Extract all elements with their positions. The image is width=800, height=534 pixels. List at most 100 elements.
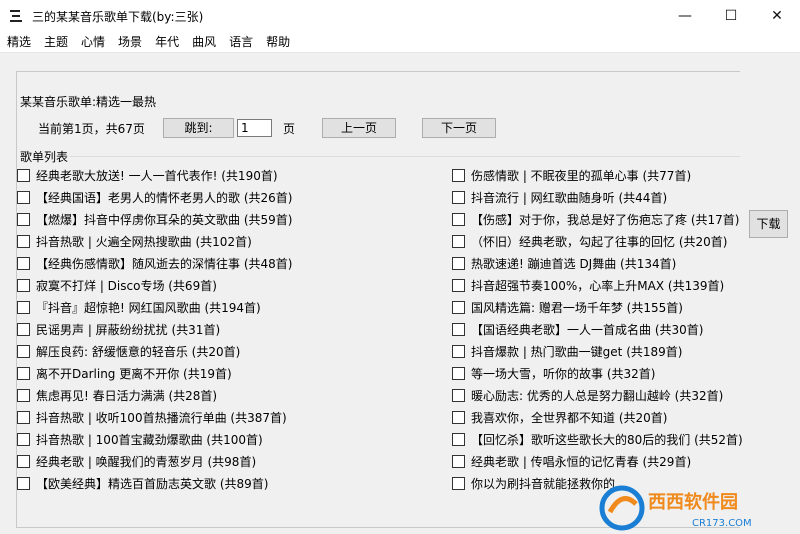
playlist-label: 【伤感】对于你，我总是好了伤疤忘了疼 (共17首) (471, 212, 740, 227)
playlist-item[interactable]: 焦虑再见! 春日活力满满 (共28首) (17, 384, 217, 406)
checkbox[interactable] (17, 256, 30, 270)
checkbox[interactable] (17, 344, 30, 358)
playlist-label: 抖音流行 | 网红歌曲随身听 (共44首) (471, 190, 668, 205)
playlist-item[interactable]: 经典老歌 | 传唱永恒的记忆青春 (共29首) (452, 450, 691, 472)
checkbox[interactable] (452, 278, 465, 292)
next-page-button[interactable]: 下一页 (422, 118, 496, 138)
menu-item-language[interactable]: 语言 (223, 32, 259, 52)
jump-button[interactable]: 跳到: (163, 118, 234, 138)
window-controls: — ☐ ✕ (662, 0, 800, 32)
menu-bar: 精选 主题 心情 场景 年代 曲风 语言 帮助 (0, 32, 800, 53)
playlist-label: 寂寞不打烊 | Disco专场 (共69首) (36, 278, 217, 293)
download-button[interactable]: 下载 (749, 210, 788, 238)
playlist-label: 暖心励志: 优秀的人总是努力翻山越岭 (共32首) (471, 388, 724, 403)
checkbox[interactable] (452, 190, 465, 204)
page-info: 当前第1页，共67页 (38, 122, 145, 136)
playlist-item[interactable]: 离不开Darling 更离不开你 (共19首) (17, 362, 232, 384)
checkbox[interactable] (452, 344, 465, 358)
playlist-item[interactable]: 【经典国语】老男人的情怀老男人的歌 (共26首) (17, 186, 292, 208)
checkbox[interactable] (17, 212, 30, 226)
close-button[interactable]: ✕ (754, 0, 800, 32)
title-bar: 三的某某音乐歌单下载(by:三张) — ☐ ✕ (0, 0, 800, 32)
app-icon (10, 10, 22, 22)
playlist-item[interactable]: 你以为刷抖音就能拯救你的 (452, 472, 615, 494)
page-unit-label: 页 (283, 122, 296, 136)
playlist-item[interactable]: 抖音热歌 | 100首宝藏劲爆歌曲 (共100首) (17, 428, 263, 450)
menu-item-help[interactable]: 帮助 (260, 32, 296, 52)
checkbox[interactable] (452, 366, 465, 380)
playlist-label: 伤感情歌 | 不眠夜里的孤单心事 (共77首) (471, 168, 692, 183)
checkbox[interactable] (452, 256, 465, 270)
playlist-item[interactable]: 暖心励志: 优秀的人总是努力翻山越岭 (共32首) (452, 384, 723, 406)
checkbox[interactable] (452, 168, 465, 182)
playlist-item[interactable]: 【国语经典老歌】一人一首成名曲 (共30首) (452, 318, 703, 340)
checkbox[interactable] (17, 300, 30, 314)
checkbox[interactable] (452, 476, 465, 490)
playlist-item[interactable]: 经典老歌 | 唤醒我们的青葱岁月 (共98首) (17, 450, 256, 472)
checkbox[interactable] (17, 234, 30, 248)
playlist-label: 民谣男声 | 屏蔽纷纷扰扰 (共31首) (36, 322, 221, 337)
playlist-item[interactable]: 我喜欢你，全世界都不知道 (共20首) (452, 406, 667, 428)
playlist-item[interactable]: 民谣男声 | 屏蔽纷纷扰扰 (共31首) (17, 318, 220, 340)
watermark-logo: 西西软件园 CR173.COM (599, 485, 752, 531)
watermark-logo-swoosh (607, 496, 638, 514)
menu-item-theme[interactable]: 主题 (38, 32, 74, 52)
playlist-label: 经典老歌 | 传唱永恒的记忆青春 (共29首) (471, 454, 692, 469)
checkbox[interactable] (452, 300, 465, 314)
checkbox[interactable] (17, 278, 30, 292)
menu-item-scene[interactable]: 场景 (112, 32, 148, 52)
playlist-item[interactable]: 国风精选篇: 赠君一场千年梦 (共155首) (452, 296, 683, 318)
checkbox[interactable] (17, 410, 30, 424)
playlist-label: 热歌速递! 蹦迪首选 DJ舞曲 (共134首) (471, 256, 677, 271)
playlist-item[interactable]: 抖音超强节奏100%，心率上升MAX (共139首) (452, 274, 724, 296)
checkbox[interactable] (452, 454, 465, 468)
minimize-button[interactable]: — (662, 0, 708, 32)
prev-page-button[interactable]: 上一页 (322, 118, 396, 138)
playlist-item[interactable]: 寂寞不打烊 | Disco专场 (共69首) (17, 274, 217, 296)
playlist-label: 抖音热歌 | 100首宝藏劲爆歌曲 (共100首) (36, 432, 263, 447)
menu-item-era[interactable]: 年代 (149, 32, 185, 52)
menu-item-featured[interactable]: 精选 (1, 32, 37, 52)
playlist-item[interactable]: 等一场大雪，听你的故事 (共32首) (452, 362, 655, 384)
playlist-item[interactable]: 【回忆杀】歌听这些歌长大的80后的我们 (共52首) (452, 428, 743, 450)
playlist-item[interactable]: 经典老歌大放送! 一人一首代表作! (共190首) (17, 164, 278, 186)
menu-item-mood[interactable]: 心情 (75, 32, 111, 52)
checkbox[interactable] (17, 168, 30, 182)
checkbox[interactable] (17, 388, 30, 402)
maximize-button[interactable]: ☐ (708, 0, 754, 32)
playlist-label: 抖音爆款 | 热门歌曲一键get (共189首) (471, 344, 683, 359)
playlist-label: 【燃爆】抖音中俘虏你耳朵的英文歌曲 (共59首) (36, 212, 293, 227)
checkbox[interactable] (452, 388, 465, 402)
playlist-item[interactable]: 抖音流行 | 网红歌曲随身听 (共44首) (452, 186, 667, 208)
playlist-item[interactable]: 抖音热歌 | 收听100首热播流行单曲 (共387首) (17, 406, 287, 428)
playlist-item[interactable]: 抖音爆款 | 热门歌曲一键get (共189首) (452, 340, 682, 362)
playlist-item[interactable]: 伤感情歌 | 不眠夜里的孤单心事 (共77首) (452, 164, 691, 186)
checkbox[interactable] (17, 366, 30, 380)
playlist-item[interactable]: 【经典伤感情歌】随风逝去的深情往事 (共48首) (17, 252, 292, 274)
playlist-item[interactable]: 抖音热歌 | 火遍全网热搜歌曲 (共102首) (17, 230, 252, 252)
playlist-label: 国风精选篇: 赠君一场千年梦 (共155首) (471, 300, 683, 315)
playlist-label: 我喜欢你，全世界都不知道 (共20首) (471, 410, 668, 425)
playlist-item[interactable]: （怀旧）经典老歌，勾起了往事的回忆 (共20首) (452, 230, 727, 252)
playlist-item[interactable]: 『抖音』超惊艳! 网红国风歌曲 (共194首) (17, 296, 261, 318)
checkbox[interactable] (17, 190, 30, 204)
window-title: 三的某某音乐歌单下载(by:三张) (32, 9, 204, 24)
page-number-input[interactable] (237, 119, 272, 137)
playlist-item[interactable]: 【燃爆】抖音中俘虏你耳朵的英文歌曲 (共59首) (17, 208, 292, 230)
playlist-label: 【欧美经典】精选百首励志英文歌 (共89首) (36, 476, 269, 491)
checkbox[interactable] (17, 322, 30, 336)
checkbox[interactable] (452, 322, 465, 336)
checkbox[interactable] (452, 234, 465, 248)
checkbox[interactable] (17, 476, 30, 490)
checkbox[interactable] (452, 212, 465, 226)
checkbox[interactable] (17, 432, 30, 446)
playlist-item[interactable]: 【欧美经典】精选百首励志英文歌 (共89首) (17, 472, 268, 494)
playlist-item[interactable]: 【伤感】对于你，我总是好了伤疤忘了疼 (共17首) (452, 208, 739, 230)
playlist-item[interactable]: 热歌速递! 蹦迪首选 DJ舞曲 (共134首) (452, 252, 676, 274)
menu-item-genre[interactable]: 曲风 (186, 32, 222, 52)
playlist-item[interactable]: 解压良药: 舒缓惬意的轻音乐 (共20首) (17, 340, 240, 362)
checkbox[interactable] (452, 410, 465, 424)
watermark-brand: 西西软件园 (648, 491, 738, 513)
checkbox[interactable] (17, 454, 30, 468)
checkbox[interactable] (452, 432, 465, 446)
